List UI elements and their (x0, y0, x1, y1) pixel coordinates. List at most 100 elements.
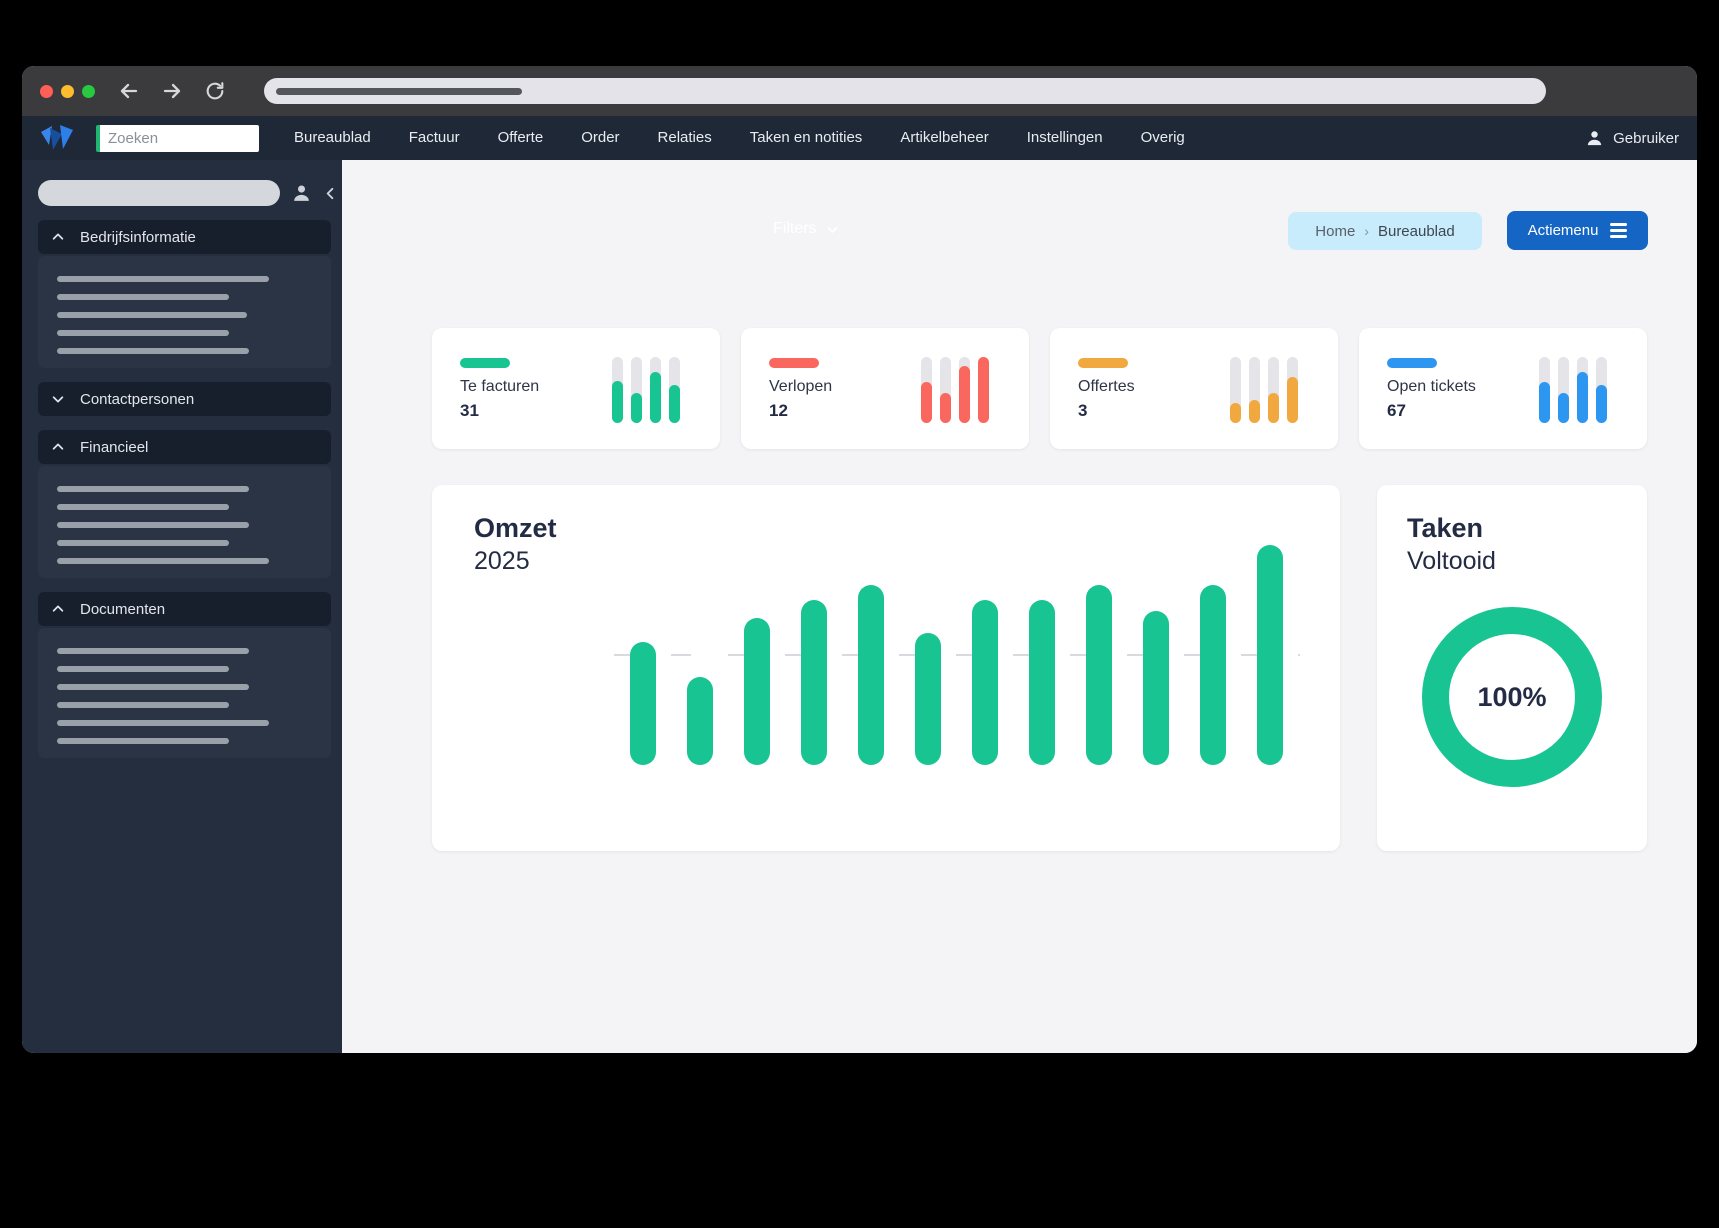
sidebar-section-financieel[interactable]: Financieel (38, 430, 331, 464)
section-label: Contactpersonen (80, 390, 195, 408)
sidebar-section-contactpersonen[interactable]: Contactpersonen (38, 382, 331, 416)
contact-person-icon[interactable] (291, 183, 312, 204)
skeleton-line (57, 558, 269, 564)
tasks-donut-card: Taken Voltooid 100% (1377, 485, 1647, 851)
skeleton-line (57, 276, 269, 282)
hamburger-menu-icon (1610, 223, 1628, 238)
skeleton-line (57, 666, 229, 672)
app-logo-icon[interactable] (40, 123, 74, 153)
skeleton-line (57, 312, 247, 318)
section-label: Documenten (80, 600, 166, 618)
stat-card-te-facturen[interactable]: Te facturen 31 (432, 328, 720, 449)
section-content-skeleton (38, 256, 331, 368)
breadcrumb: Home › Bureaublad (1288, 212, 1482, 250)
skeleton-line (57, 522, 249, 528)
section-content-skeleton (38, 628, 331, 758)
section-label: Financieel (80, 438, 149, 456)
menu-item-relaties[interactable]: Relaties (639, 116, 731, 160)
menu-item-order[interactable]: Order (562, 116, 638, 160)
skeleton-line (57, 348, 249, 354)
filters-label: Filters (773, 220, 817, 237)
close-window-icon[interactable] (40, 84, 53, 98)
skeleton-line (57, 702, 229, 708)
collapse-sidebar-icon[interactable] (323, 186, 338, 201)
revenue-card-year: 2025 (474, 547, 530, 575)
chevron-down-icon (827, 226, 837, 233)
stat-accent-pill (460, 358, 510, 368)
skeleton-line (57, 684, 249, 690)
tasks-percent-value: 100% (1477, 681, 1547, 712)
stat-value: 3 (1078, 401, 1088, 420)
stat-accent-pill (769, 358, 819, 368)
revenue-bars (630, 545, 1283, 765)
skeleton-line (57, 720, 269, 726)
stat-value: 12 (769, 401, 788, 420)
section-label: Bedrijfsinformatie (80, 228, 196, 246)
main-content: Filters Home › Bureaublad Actiemenu Te f… (342, 160, 1697, 1053)
stat-card-verlopen[interactable]: Verlopen 12 (741, 328, 1029, 449)
stat-label: Open tickets (1387, 378, 1476, 395)
reload-button[interactable] (203, 79, 227, 103)
action-menu-label: Actiemenu (1527, 222, 1599, 239)
stat-value: 31 (460, 401, 479, 420)
menu-item-taken-en-notities[interactable]: Taken en notities (731, 116, 882, 160)
window-controls (40, 84, 95, 98)
back-button[interactable] (117, 79, 141, 103)
skeleton-line (57, 294, 229, 300)
chevron-up-icon (52, 233, 64, 240)
menu-item-offerte[interactable]: Offerte (479, 116, 563, 160)
menu-item-instellingen[interactable]: Instellingen (1008, 116, 1122, 160)
stat-label: Verlopen (769, 378, 833, 395)
skeleton-line (57, 330, 229, 336)
mini-bar-chart (612, 357, 680, 423)
user-label: Gebruiker (1613, 129, 1679, 147)
menu-item-overig[interactable]: Overig (1122, 116, 1204, 160)
revenue-bar-chart (582, 543, 1300, 765)
maximize-window-icon[interactable] (82, 84, 95, 98)
mini-bar-chart (1539, 357, 1607, 423)
skeleton-line (57, 504, 229, 510)
chevron-up-icon (52, 443, 64, 450)
app-navbar: Bureaublad Factuur Offerte Order Relatie… (22, 116, 1697, 160)
forward-button[interactable] (160, 79, 184, 103)
tasks-card-subtitle: Voltooid (1407, 547, 1496, 575)
skeleton-line (57, 648, 249, 654)
sidebar-section-bedrijfsinformatie[interactable]: Bedrijfsinformatie (38, 220, 331, 254)
global-search-input[interactable] (96, 124, 259, 152)
skeleton-line (57, 486, 249, 492)
sidebar-section-documenten[interactable]: Documenten (38, 592, 331, 626)
filters-dropdown[interactable]: Filters (773, 220, 839, 238)
user-icon (1587, 130, 1602, 145)
chevron-up-icon (52, 605, 64, 612)
sidebar-search-input[interactable] (38, 180, 280, 206)
skeleton-line (57, 738, 229, 744)
skeleton-line (57, 540, 229, 546)
stat-card-offertes[interactable]: Offertes 3 (1050, 328, 1338, 449)
breadcrumb-home-link[interactable]: Home (1315, 223, 1355, 240)
breadcrumb-current-page: Bureaublad (1377, 222, 1455, 240)
revenue-card-title: Omzet (474, 513, 557, 543)
address-placeholder-line (276, 87, 522, 95)
stat-accent-pill (1387, 358, 1437, 368)
menu-item-bureaublad[interactable]: Bureaublad (275, 116, 390, 160)
revenue-chart-card: Omzet 2025 (432, 485, 1340, 851)
stat-cards-row: Te facturen 31 Verlopen 12 Offertes 3 Op… (432, 328, 1647, 449)
action-menu-button[interactable]: Actiemenu (1507, 211, 1648, 250)
user-menu[interactable]: Gebruiker (1585, 129, 1679, 148)
stat-label: Offertes (1078, 378, 1135, 395)
mini-bar-chart (921, 357, 989, 423)
browser-chrome (22, 66, 1697, 116)
section-content-skeleton (38, 466, 331, 578)
address-bar[interactable] (264, 78, 1546, 104)
reload-icon (206, 82, 224, 100)
menu-item-factuur[interactable]: Factuur (390, 116, 479, 160)
minimize-window-icon[interactable] (61, 84, 74, 98)
stat-card-open-tickets[interactable]: Open tickets 67 (1359, 328, 1647, 449)
stat-value: 67 (1387, 401, 1406, 420)
stat-accent-pill (1078, 358, 1128, 368)
menu-item-artikelbeheer[interactable]: Artikelbeheer (881, 116, 1007, 160)
back-icon (120, 83, 138, 99)
stat-label: Te facturen (460, 378, 540, 395)
mini-bar-chart (1230, 357, 1298, 423)
main-menu: Bureaublad Factuur Offerte Order Relatie… (275, 116, 1204, 160)
